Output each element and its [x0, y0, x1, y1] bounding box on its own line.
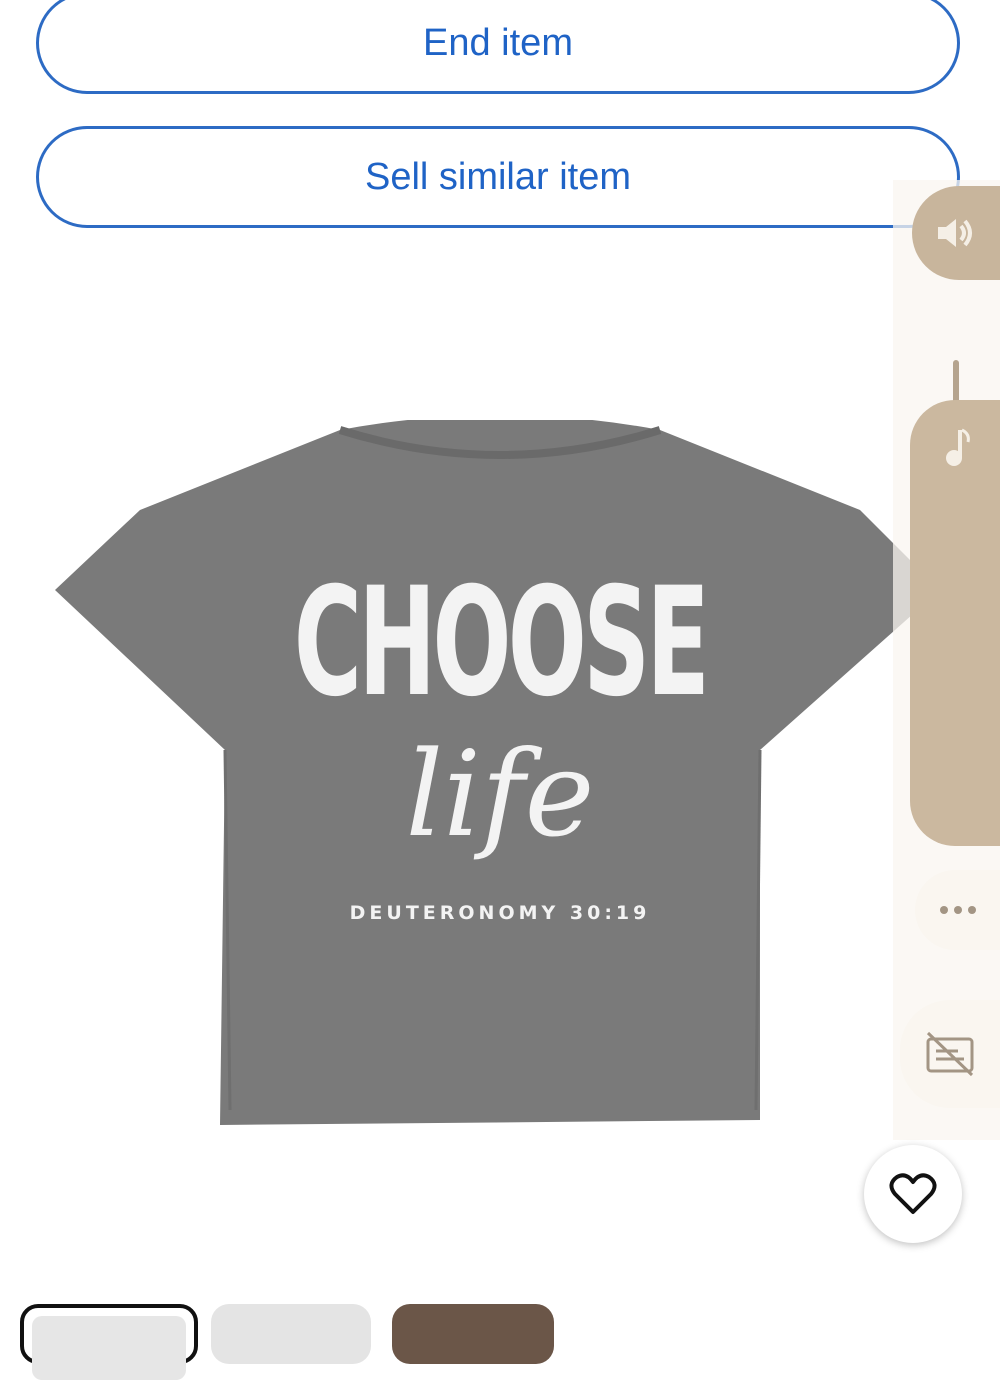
speaker-button[interactable] — [912, 186, 1000, 280]
captions-off-icon — [926, 1031, 974, 1077]
shirt-print-life: life — [405, 725, 595, 863]
image-thumbnail-selected[interactable] — [20, 1304, 198, 1380]
end-item-button[interactable]: End item — [36, 0, 960, 94]
speaker-icon — [938, 219, 972, 247]
sell-similar-item-button[interactable]: Sell similar item — [36, 126, 960, 228]
captions-button[interactable] — [900, 1000, 1000, 1108]
image-thumbnail[interactable] — [211, 1304, 371, 1364]
heart-icon — [889, 1173, 937, 1214]
image-thumbnail[interactable] — [392, 1304, 554, 1364]
favorite-button[interactable] — [864, 1145, 962, 1243]
more-options-button[interactable] — [915, 870, 1000, 950]
more-dots-icon — [939, 906, 976, 914]
shirt-print-choose: CHOOSE — [293, 556, 710, 730]
volume-slider[interactable] — [910, 400, 1000, 846]
shirt-print-verse: DEUTERONOMY 30:19 — [349, 902, 651, 924]
thumbnail-image — [32, 1316, 186, 1380]
music-note-icon — [946, 428, 970, 466]
